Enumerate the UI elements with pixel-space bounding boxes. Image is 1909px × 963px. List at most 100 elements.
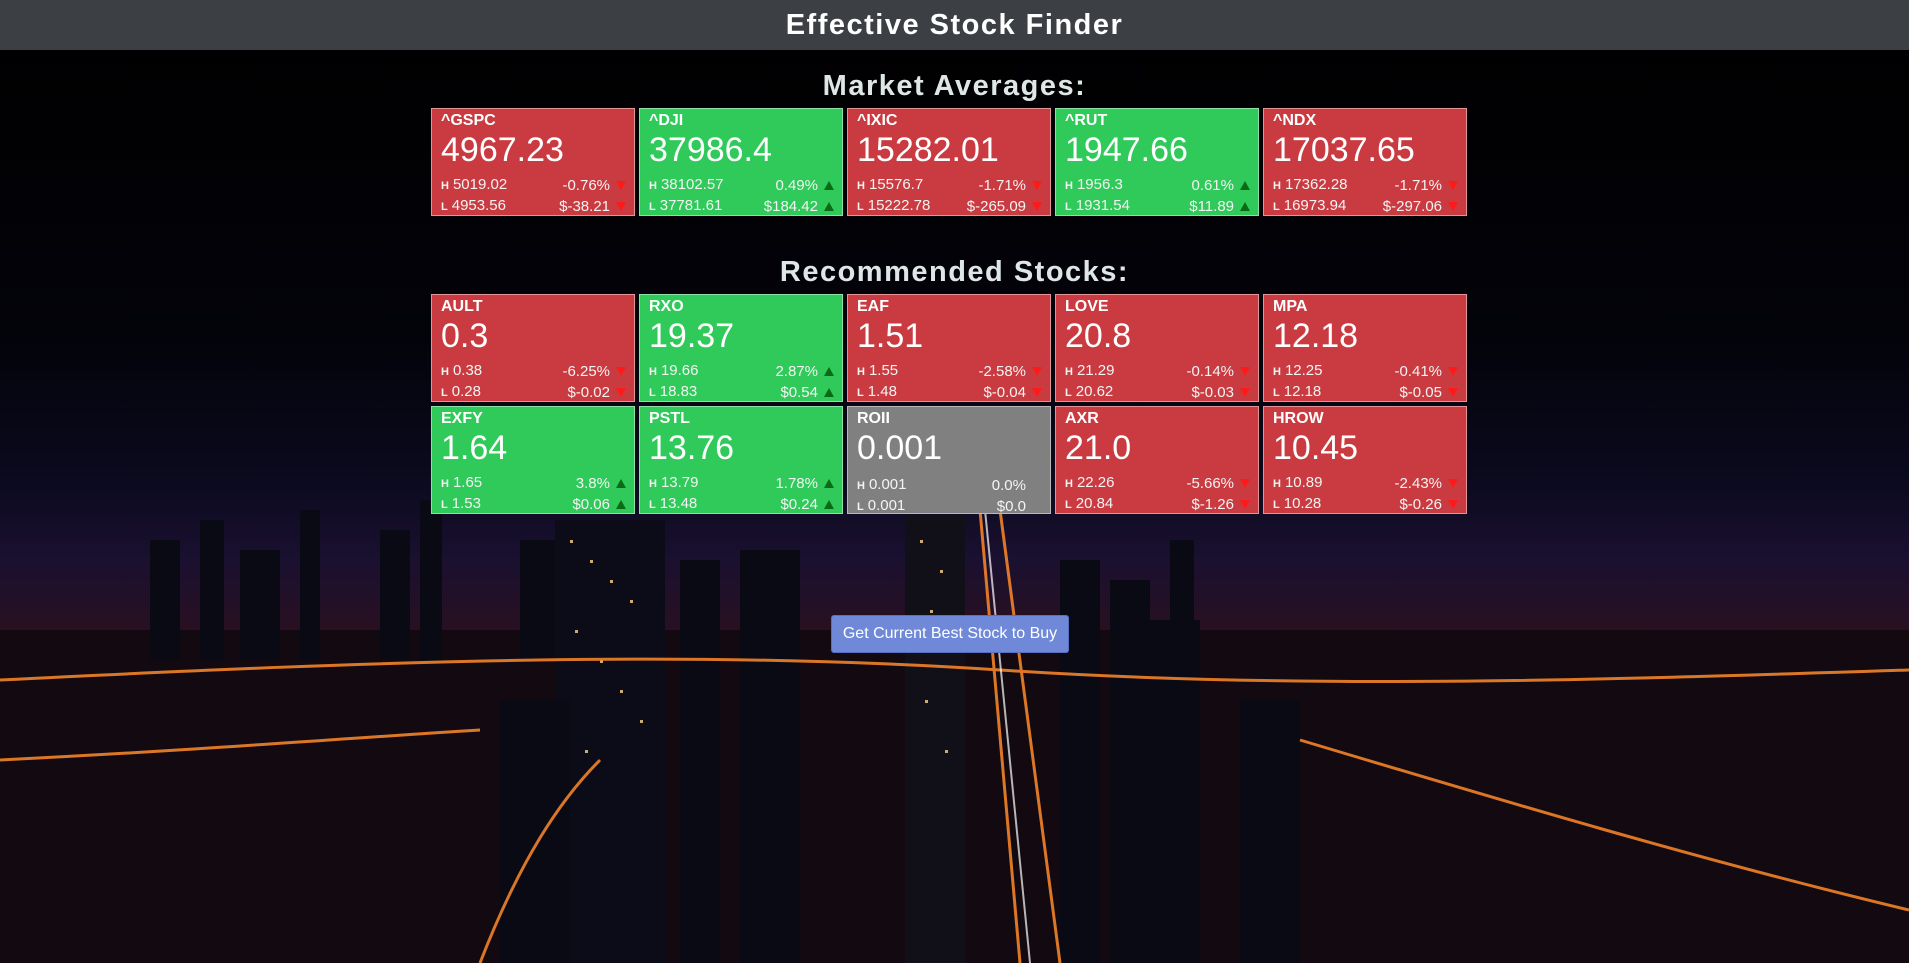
dollar-change: $-0.26 [1399,496,1442,513]
low-label: L [1065,201,1072,213]
stock-symbol: ^GSPC [441,112,496,129]
low-value: 4953.56 [451,197,506,214]
high-label: H [1065,478,1073,490]
dollar-change: $-0.05 [1399,384,1442,401]
low-value: 15222.78 [867,197,931,214]
stock-price: 12.18 [1273,317,1359,355]
low-row: L 1.53 $0.06 [441,494,626,515]
arrow-up-icon [824,181,834,190]
stock-card-rut[interactable]: ^RUT 1947.66 H 1956.3 0.61% L 1931.54 $11.89 [1055,108,1259,216]
stock-card-eaf[interactable]: EAF 1.51 H 1.55 -2.58% L 1.48 $-0.04 [847,294,1051,402]
get-best-stock-button[interactable]: Get Current Best Stock to Buy [831,615,1069,653]
stock-symbol: ROII [857,410,890,427]
stock-card-rxo[interactable]: RXO 19.37 H 19.66 2.87% L 18.83 $0.54 [639,294,843,402]
stock-symbol: MPA [1273,298,1308,315]
high-row: H 12.25 -0.41% [1273,361,1458,382]
arrow-down-icon [616,202,626,211]
low-label: L [857,501,864,513]
stock-card-pstl[interactable]: PSTL 13.76 H 13.79 1.78% L 13.48 $0.24 [639,406,843,514]
low-value: 13.48 [659,495,698,512]
low-row: L 20.62 $-0.03 [1065,382,1250,403]
arrow-up-icon [824,500,834,509]
stock-symbol: EAF [857,298,889,315]
stock-symbol: RXO [649,298,684,315]
stock-card-hrow[interactable]: HROW 10.45 H 10.89 -2.43% L 10.28 $-0.26 [1263,406,1467,514]
high-row: H 13.79 1.78% [649,473,834,494]
percent-change: 3.8% [575,475,610,492]
stock-symbol: PSTL [649,410,690,427]
stock-card-axr[interactable]: AXR 21.0 H 22.26 -5.66% L 20.84 $-1.26 [1055,406,1259,514]
high-value: 15576.7 [868,176,924,193]
arrow-up-icon [1240,202,1250,211]
stock-symbol: AXR [1065,410,1099,427]
high-value: 1.65 [452,474,483,491]
stock-card-exfy[interactable]: EXFY 1.64 H 1.65 3.8% L 1.53 $0.06 [431,406,635,514]
high-value: 13.79 [660,474,699,491]
stock-symbol: HROW [1273,410,1324,427]
stock-card-ndx[interactable]: ^NDX 17037.65 H 17362.28 -1.71% L 16973.94 $-29… [1263,108,1467,216]
high-value: 1956.3 [1076,176,1123,193]
low-value: 37781.61 [659,197,723,214]
stock-symbol: ^DJI [649,112,684,129]
arrow-up-icon [824,479,834,488]
high-label: H [857,366,865,378]
low-label: L [441,499,448,511]
high-value: 10.89 [1284,474,1323,491]
high-value: 38102.57 [660,176,724,193]
arrow-up-icon [616,479,626,488]
low-row: L 15222.78 $-265.09 [857,196,1042,217]
arrow-down-icon [1032,388,1042,397]
arrow-down-icon [1032,367,1042,376]
arrow-down-icon [616,388,626,397]
dollar-change: $-265.09 [966,198,1026,215]
high-label: H [1065,366,1073,378]
low-row: L 4953.56 $-38.21 [441,196,626,217]
high-value: 0.001 [868,476,907,493]
high-value: 0.38 [452,362,483,379]
stock-card-mpa[interactable]: MPA 12.18 H 12.25 -0.41% L 12.18 $-0.05 [1263,294,1467,402]
dollar-change: $0.06 [572,496,610,513]
stock-price: 21.0 [1065,429,1132,467]
stock-card-dji[interactable]: ^DJI 37986.4 H 38102.57 0.49% L 37781.61 $184.4… [639,108,843,216]
stock-price: 1.51 [857,317,924,355]
stock-symbol: ^RUT [1065,112,1108,129]
dollar-change: $11.89 [1189,198,1234,215]
arrow-down-icon [1448,181,1458,190]
high-label: H [1273,180,1281,192]
high-label: H [441,478,449,490]
high-row: H 5019.02 -0.76% [441,175,626,196]
stock-price: 1947.66 [1065,131,1188,169]
stock-card-roii[interactable]: ROII 0.001 H 0.001 0.0% L 0.001 $0.0 [847,406,1051,515]
low-value: 16973.94 [1283,197,1347,214]
stock-price: 17037.65 [1273,131,1415,169]
high-value: 19.66 [660,362,699,379]
app-title: Effective Stock Finder [785,8,1124,41]
high-row: H 21.29 -0.14% [1065,361,1250,382]
stock-card-gspc[interactable]: ^GSPC 4967.23 H 5019.02 -0.76% L 4953.56 $-38.2… [431,108,635,216]
high-row: H 0.001 0.0% [857,475,1042,496]
dollar-change: $-0.02 [567,384,610,401]
stock-card-love[interactable]: LOVE 20.8 H 21.29 -0.14% L 20.62 $-0.03 [1055,294,1259,402]
stock-price: 1.64 [441,429,508,467]
percent-change: 2.87% [775,363,818,380]
stock-card-ault[interactable]: AULT 0.3 H 0.38 -6.25% L 0.28 $-0.02 [431,294,635,402]
low-row: L 12.18 $-0.05 [1273,382,1458,403]
arrow-down-icon [1448,388,1458,397]
low-value: 20.62 [1075,383,1114,400]
arrow-down-icon [1240,367,1250,376]
stock-card-ixic[interactable]: ^IXIC 15282.01 H 15576.7 -1.71% L 15222.78 $-26… [847,108,1051,216]
arrow-down-icon [1240,500,1250,509]
low-value: 1931.54 [1075,197,1130,214]
high-value: 22.26 [1076,474,1115,491]
low-row: L 1.48 $-0.04 [857,382,1042,403]
low-label: L [441,201,448,213]
arrow-down-icon [616,367,626,376]
low-label: L [1273,499,1280,511]
low-row: L 0.28 $-0.02 [441,382,626,403]
low-row: L 18.83 $0.54 [649,382,834,403]
stock-price: 37986.4 [649,131,772,169]
percent-change: -0.14% [1186,363,1234,380]
low-label: L [857,387,864,399]
stock-symbol: AULT [441,298,483,315]
high-label: H [857,180,865,192]
